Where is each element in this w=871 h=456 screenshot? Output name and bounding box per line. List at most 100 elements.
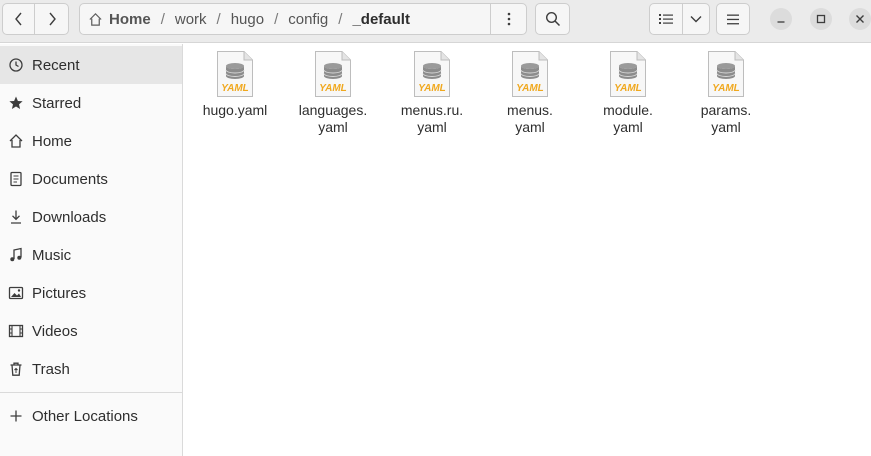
file-name-line: params. xyxy=(700,102,752,118)
sidebar-item-starred[interactable]: Starred xyxy=(0,84,182,122)
download-icon xyxy=(0,209,32,225)
file-name-line: yaml xyxy=(613,119,643,135)
plus-icon xyxy=(0,409,32,423)
yaml-badge: YAML xyxy=(614,83,642,94)
hamburger-menu-icon xyxy=(727,14,739,24)
sidebar-item-music[interactable]: Music xyxy=(0,236,182,274)
main-menu-button[interactable] xyxy=(716,3,750,35)
yaml-badge: YAML xyxy=(221,83,249,94)
sidebar-item-videos[interactable]: Videos xyxy=(0,312,182,350)
maximize-icon xyxy=(816,14,826,24)
yaml-badge: YAML xyxy=(516,83,544,94)
crumb-home: Home xyxy=(109,10,151,28)
chevron-right-icon xyxy=(48,12,56,26)
file-view: YAML hugo.yaml YAML languages. yaml YAML… xyxy=(184,44,871,456)
path-separator: / xyxy=(160,10,165,28)
file-name-line: yaml xyxy=(417,119,447,135)
path-separator: / xyxy=(338,10,343,28)
file-name-line: menus.ru. xyxy=(400,102,464,118)
file-item-menus-ru-yaml[interactable]: YAML menus.ru. yaml xyxy=(384,50,480,136)
file-item-menus-yaml[interactable]: YAML menus. yaml xyxy=(482,50,578,136)
file-name-line: hugo.yaml xyxy=(202,102,268,118)
home-icon xyxy=(89,12,102,26)
search-icon xyxy=(545,11,560,27)
header-bar: Home / work / hugo / config / _default xyxy=(0,0,871,43)
document-icon xyxy=(0,171,32,187)
chevron-left-icon xyxy=(14,12,22,26)
sidebar-item-label: Pictures xyxy=(32,284,87,302)
list-view-icon xyxy=(659,14,673,24)
sidebar-item-documents[interactable]: Documents xyxy=(0,160,182,198)
path-menu-button[interactable] xyxy=(490,3,526,35)
chevron-down-icon xyxy=(690,16,702,23)
yaml-badge: YAML xyxy=(418,83,446,94)
file-name-line: yaml xyxy=(711,119,741,135)
sidebar-item-pictures[interactable]: Pictures xyxy=(0,274,182,312)
file-item-params-yaml[interactable]: YAML params. yaml xyxy=(678,50,774,136)
path-separator: / xyxy=(274,10,279,28)
crumb-config[interactable]: config xyxy=(282,4,334,34)
sidebar-item-label: Downloads xyxy=(32,208,107,226)
sidebar-item-label: Music xyxy=(32,246,72,264)
file-name-line: module. xyxy=(603,102,653,118)
yaml-file-icon: YAML xyxy=(217,51,253,97)
file-name: menus.ru. yaml xyxy=(384,102,480,136)
sidebar-item-label: Home xyxy=(32,132,73,150)
sidebar-item-other-locations[interactable]: Other Locations xyxy=(0,397,182,435)
picture-icon xyxy=(0,285,32,301)
crumb-current[interactable]: _default xyxy=(346,4,416,34)
path-home-button[interactable]: Home xyxy=(80,4,157,34)
vertical-dots-icon xyxy=(507,12,510,26)
sidebar-item-label: Documents xyxy=(32,170,108,188)
sidebar-item-label: Starred xyxy=(32,94,82,112)
yaml-file-icon: YAML xyxy=(610,51,646,97)
minimize-icon xyxy=(777,21,785,23)
file-name-line: yaml xyxy=(318,119,348,135)
file-name: hugo.yaml xyxy=(187,102,283,119)
path-bar: Home / work / hugo / config / _default xyxy=(79,3,527,35)
star-icon xyxy=(0,95,32,111)
sidebar-item-label: Other Locations xyxy=(32,407,138,425)
sidebar-item-home[interactable]: Home xyxy=(0,122,182,160)
yaml-badge: YAML xyxy=(712,83,740,94)
music-icon xyxy=(0,247,32,263)
sidebar-item-label: Videos xyxy=(32,322,78,340)
file-name: menus. yaml xyxy=(482,102,578,136)
maximize-button[interactable] xyxy=(810,8,832,30)
sidebar-item-label: Recent xyxy=(32,56,80,74)
yaml-badge: YAML xyxy=(319,83,347,94)
sidebar-item-recent[interactable]: Recent xyxy=(0,46,182,84)
view-list-button[interactable] xyxy=(649,3,683,35)
path-separator: / xyxy=(216,10,221,28)
file-name: languages. yaml xyxy=(285,102,381,136)
crumb-hugo[interactable]: hugo xyxy=(225,4,270,34)
yaml-file-icon: YAML xyxy=(708,51,744,97)
forward-button[interactable] xyxy=(34,3,69,35)
yaml-file-icon: YAML xyxy=(414,51,450,97)
file-name: params. yaml xyxy=(678,102,774,136)
sidebar-item-downloads[interactable]: Downloads xyxy=(0,198,182,236)
minimize-button[interactable] xyxy=(770,8,792,30)
file-item-languages-yaml[interactable]: YAML languages. yaml xyxy=(285,50,381,136)
clock-icon xyxy=(0,57,32,73)
file-item-hugo-yaml[interactable]: YAML hugo.yaml xyxy=(187,50,283,119)
file-manager-window: Home / work / hugo / config / _default R… xyxy=(0,0,871,456)
crumb-work[interactable]: work xyxy=(169,4,213,34)
yaml-file-icon: YAML xyxy=(315,51,351,97)
sidebar-divider xyxy=(0,392,182,393)
home-icon xyxy=(0,133,32,149)
close-icon xyxy=(856,15,864,23)
trash-icon xyxy=(0,361,32,377)
back-button[interactable] xyxy=(2,3,35,35)
file-name-line: yaml xyxy=(515,119,545,135)
sidebar: Recent Starred Home Documents Downloads xyxy=(0,44,183,456)
search-button[interactable] xyxy=(535,3,570,35)
file-name-line: languages. xyxy=(298,102,368,118)
yaml-file-icon: YAML xyxy=(512,51,548,97)
file-item-module-yaml[interactable]: YAML module. yaml xyxy=(580,50,676,136)
sidebar-item-trash[interactable]: Trash xyxy=(0,350,182,388)
view-options-button[interactable] xyxy=(682,3,710,35)
video-icon xyxy=(0,323,32,339)
close-button[interactable] xyxy=(849,8,871,30)
file-name-line: menus. xyxy=(507,102,553,118)
